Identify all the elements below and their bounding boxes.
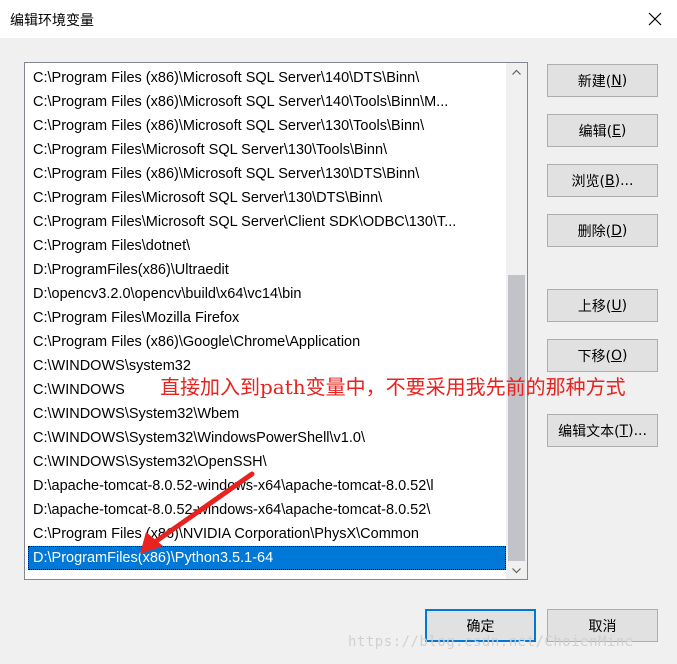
path-list[interactable]: C:\Program Files (x86)\Microsoft SQL Ser… [24,62,528,580]
annotation-text: 直接加入到path变量中，不要采用我先前的那种方式 [160,375,626,399]
delete-button-label: 删除( [577,223,612,240]
path-list-item[interactable]: C:\WINDOWS\System32\Wbem [28,402,506,426]
title-bar: 编辑环境变量 [0,0,677,38]
path-list-item[interactable]: D:\apache-tomcat-8.0.52-windows-x64\apac… [28,498,506,522]
path-list-item[interactable]: C:\Program Files (x86)\Google\Chrome\App… [28,330,506,354]
chevron-up-icon [512,69,521,75]
path-list-item[interactable]: C:\Program Files\Mozilla Firefox [28,306,506,330]
browse-button-accel: B [605,172,615,189]
path-list-item[interactable]: C:\Program Files (x86)\NVIDIA Corporatio… [28,522,506,546]
move-down-button-suffix: ) [622,347,628,364]
edit-text-button-suffix: )... [628,422,647,439]
edit-text-button-accel: T [619,422,629,439]
scroll-down-button[interactable] [506,562,527,579]
close-icon [648,12,662,26]
delete-button[interactable]: 删除(D) [547,214,658,247]
edit-env-var-dialog: 编辑环境变量 C:\Program Files (x86)\Microsoft … [0,0,677,664]
path-list-item[interactable]: D:\opencv3.2.0\opencv\build\x64\vc14\bin [28,282,506,306]
browse-button-label: 浏览( [571,173,606,190]
path-list-item[interactable]: C:\Program Files\Microsoft SQL Server\13… [28,138,506,162]
new-button[interactable]: 新建(N) [547,64,658,97]
scroll-up-button[interactable] [506,63,527,80]
scroll-thumb[interactable] [508,275,525,561]
path-list-item[interactable]: D:\apache-tomcat-8.0.52-windows-x64\apac… [28,474,506,498]
path-list-item[interactable]: C:\WINDOWS\System32\OpenSSH\ [28,450,506,474]
delete-button-suffix: ) [621,222,628,239]
path-list-item[interactable]: C:\Program Files\Microsoft SQL Server\Cl… [28,210,506,234]
edit-button-suffix: ) [620,122,627,139]
new-button-suffix: ) [621,72,628,89]
dialog-title: 编辑环境变量 [10,13,94,29]
path-list-item[interactable]: C:\Program Files (x86)\Microsoft SQL Ser… [28,66,506,90]
path-list-item[interactable]: C:\Program Files (x86)\Microsoft SQL Ser… [28,90,506,114]
move-up-button-suffix: ) [621,297,628,314]
move-up-button[interactable]: 上移(U) [547,289,658,322]
path-list-item[interactable]: C:\Program Files (x86)\Microsoft SQL Ser… [28,162,506,186]
move-down-button-accel: O [610,347,623,364]
delete-button-accel: D [611,222,622,239]
path-list-item[interactable]: C:\Program Files\dotnet\ [28,234,506,258]
move-up-button-label: 上移( [577,298,612,315]
path-list-item[interactable]: C:\WINDOWS\System32\WindowsPowerShell\v1… [28,426,506,450]
path-list-item[interactable]: D:\ProgramFiles(x86)\Python3.5.1-64 [28,546,506,570]
move-up-button-accel: U [611,297,622,314]
edit-button[interactable]: 编辑(E) [547,114,658,147]
move-down-button[interactable]: 下移(O) [547,339,658,372]
edit-text-button[interactable]: 编辑文本(T)... [547,414,658,447]
move-down-button-label: 下移( [577,348,611,365]
vertical-scrollbar[interactable] [506,63,527,579]
path-list-item[interactable]: C:\Program Files (x86)\Microsoft SQL Ser… [28,114,506,138]
close-button[interactable] [633,0,677,38]
path-list-item[interactable]: D:\ProgramFiles(x86)\Ultraedit [28,258,506,282]
browse-button[interactable]: 浏览(B)... [547,164,658,197]
new-button-label: 新建( [577,73,612,90]
chevron-down-icon [512,567,521,573]
browse-button-suffix: )... [614,172,634,189]
path-list-item[interactable]: C:\Program Files\Microsoft SQL Server\13… [28,186,506,210]
edit-button-accel: E [612,122,621,139]
new-button-accel: N [611,72,622,89]
edit-text-button-label: 编辑文本( [558,423,620,440]
edit-button-label: 编辑( [578,123,613,140]
watermark: https://blog.csdn.net/ChoienMine [348,634,634,650]
